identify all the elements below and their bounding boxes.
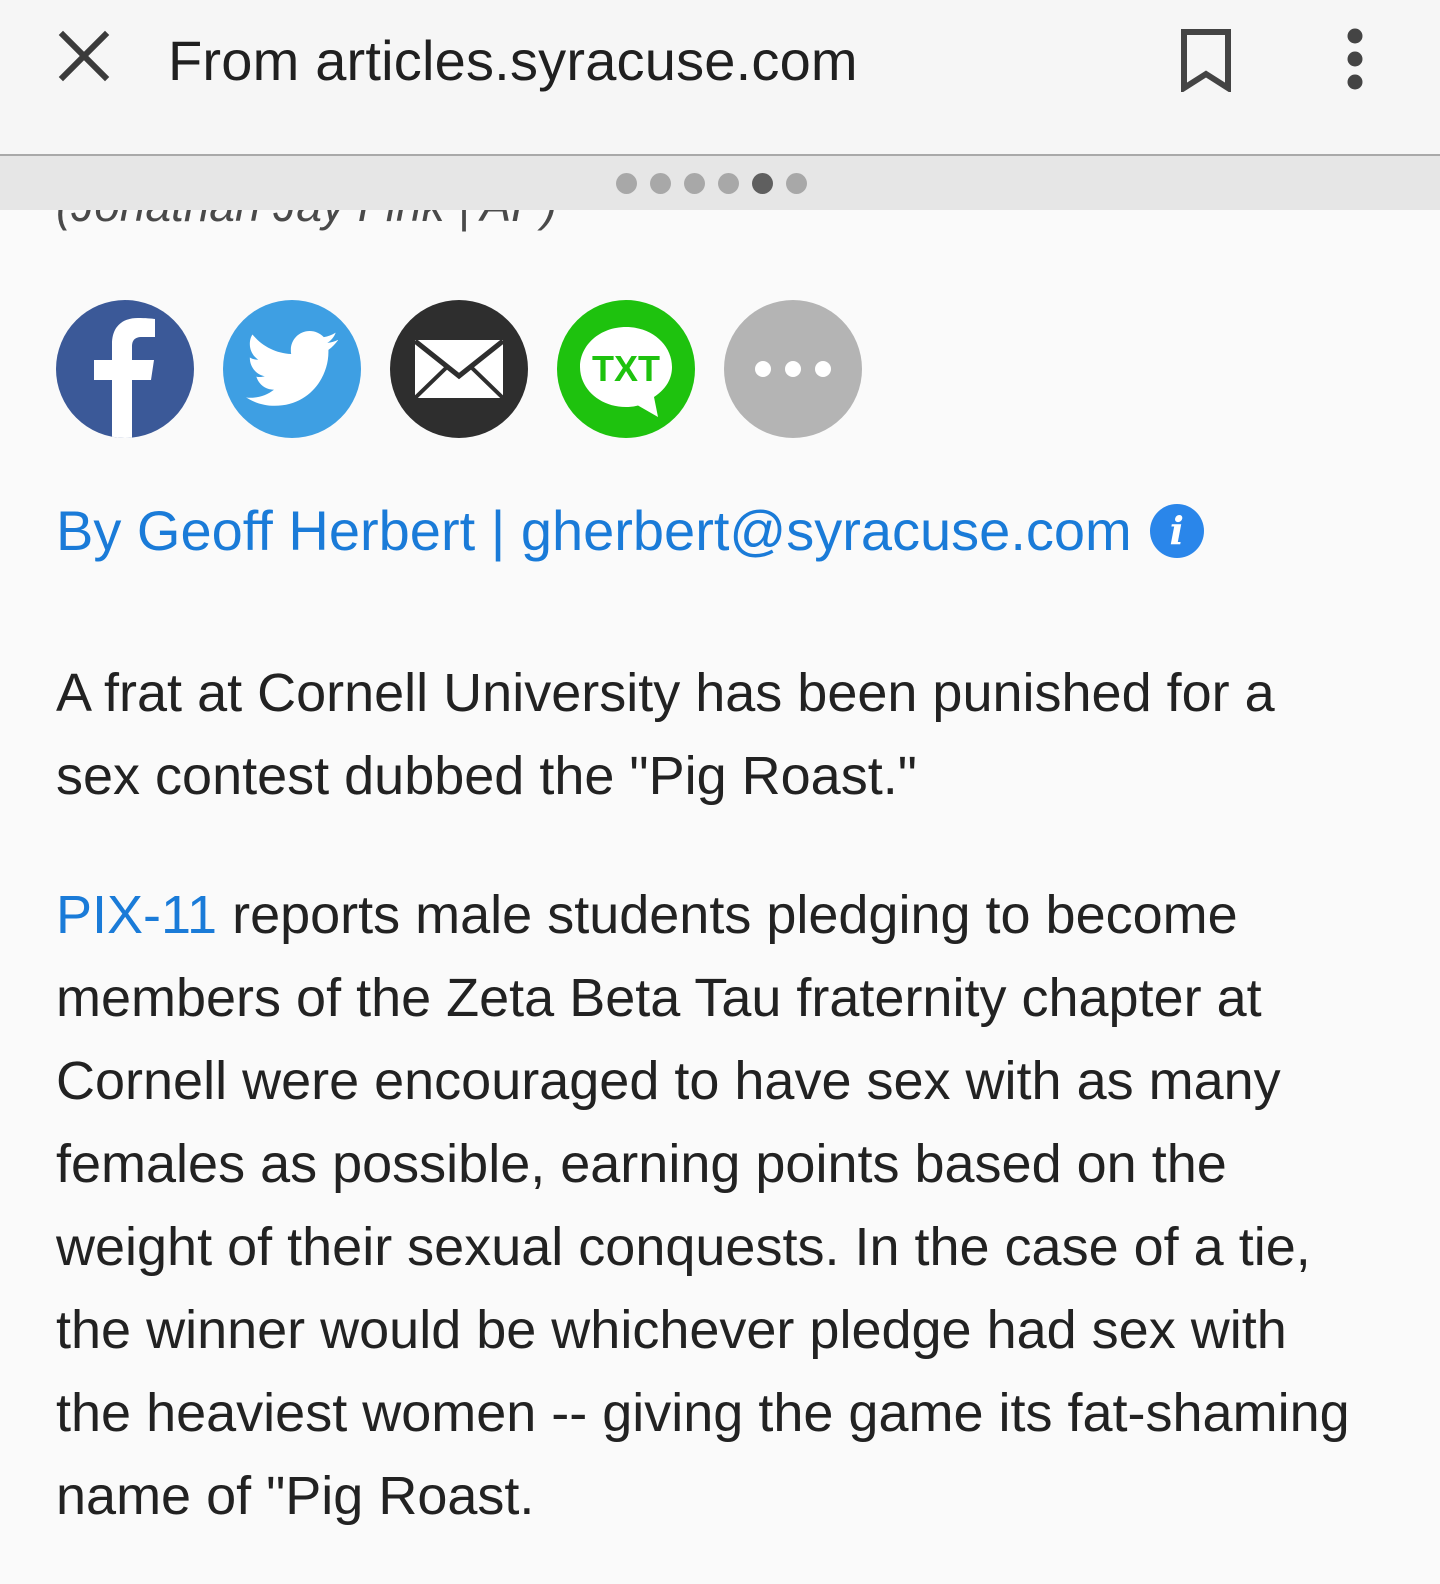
page-dot (786, 172, 807, 194)
page-dot (684, 172, 705, 194)
page-dot-active (752, 172, 773, 194)
page-indicator (0, 156, 1440, 210)
share-more-button[interactable] (724, 300, 862, 438)
top-app-bar: From articles.syracuse.com (0, 0, 1440, 156)
more-vert-icon (1347, 28, 1363, 90)
close-icon (58, 30, 110, 82)
share-buttons: TXT (56, 300, 862, 438)
page-source-title: From articles.syracuse.com (168, 29, 858, 92)
byline-text[interactable]: By Geoff Herbert | gherbert@syracuse.com (56, 498, 1132, 563)
facebook-icon (94, 318, 155, 438)
email-icon (413, 338, 505, 400)
info-icon[interactable]: i (1149, 503, 1204, 558)
svg-text:TXT: TXT (592, 348, 660, 389)
article-paragraph-1: A frat at Cornell University has been pu… (56, 663, 1275, 806)
paragraph-2-text: reports male students pledging to become… (56, 885, 1350, 1526)
page-dot (718, 172, 739, 194)
close-button[interactable] (52, 24, 116, 88)
author-byline[interactable]: By Geoff Herbert | gherbert@syracuse.com… (56, 498, 1204, 563)
bookmark-button[interactable] (1176, 22, 1236, 98)
share-sms-button[interactable]: TXT (557, 300, 695, 438)
more-horiz-icon (755, 361, 831, 377)
share-email-button[interactable] (390, 300, 528, 438)
share-facebook-button[interactable] (56, 300, 194, 438)
share-twitter-button[interactable] (223, 300, 361, 438)
pix11-link[interactable]: PIX-11 (56, 885, 217, 945)
overflow-menu-button[interactable] (1330, 22, 1380, 98)
twitter-icon (246, 331, 338, 406)
page-dot (650, 172, 671, 194)
txt-icon: TXT (580, 327, 672, 417)
bookmark-icon (1181, 29, 1231, 92)
article-paragraph-2: PIX-11 reports male students pledging to… (56, 874, 1366, 1538)
page-dot (616, 172, 637, 194)
